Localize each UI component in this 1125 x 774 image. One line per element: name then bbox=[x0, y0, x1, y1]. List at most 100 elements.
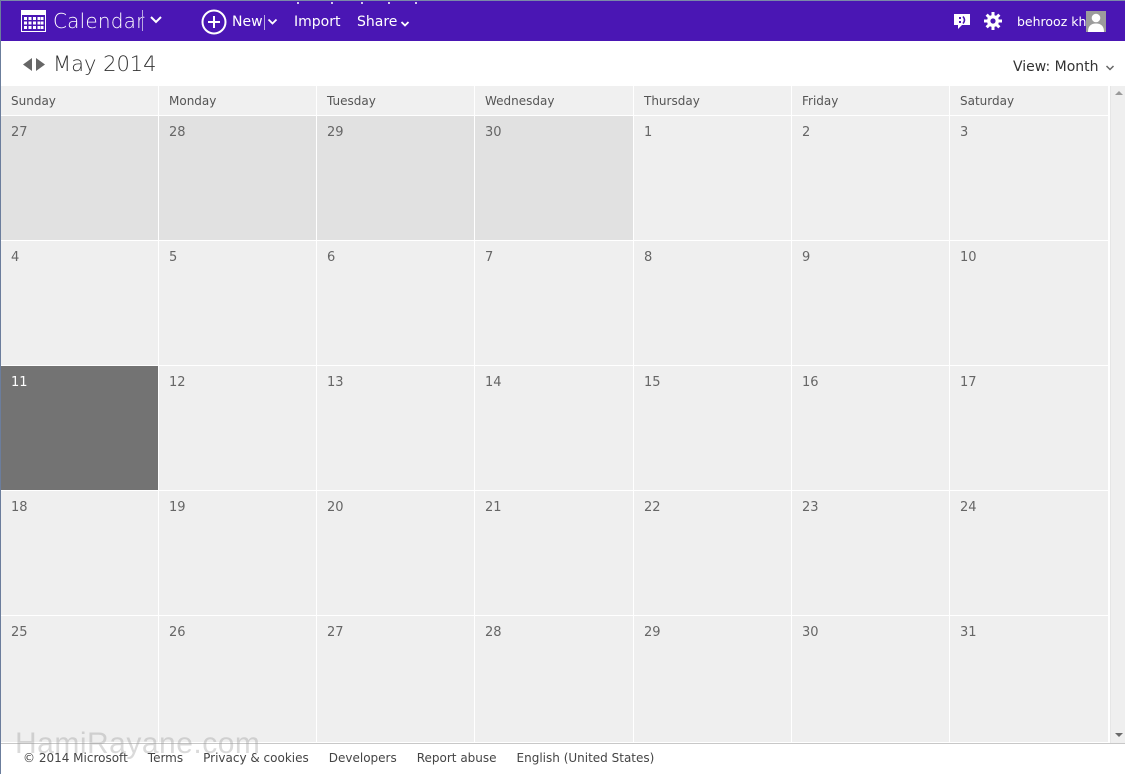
day-number: 24 bbox=[960, 500, 977, 515]
day-number: 4 bbox=[11, 250, 20, 265]
day-header-friday: Friday bbox=[792, 86, 949, 115]
day-number: 6 bbox=[327, 250, 336, 265]
view-selector[interactable]: View: Month bbox=[1013, 59, 1115, 75]
new-dropdown-chevron-icon[interactable] bbox=[267, 16, 278, 27]
day-cell[interactable]: 29 bbox=[317, 116, 474, 240]
day-cell[interactable]: 30 bbox=[475, 116, 633, 240]
footer-link-terms[interactable]: Terms bbox=[148, 751, 183, 765]
scroll-down-arrow-icon[interactable] bbox=[1115, 733, 1123, 737]
previous-month-icon[interactable] bbox=[21, 57, 33, 72]
day-cell[interactable]: 6 bbox=[317, 241, 474, 365]
divider bbox=[264, 15, 265, 30]
loading-dots bbox=[297, 2, 422, 6]
day-cell[interactable]: 3 bbox=[950, 116, 1108, 240]
scroll-up-arrow-icon[interactable] bbox=[1115, 91, 1123, 95]
day-cell[interactable]: 20 bbox=[317, 491, 474, 615]
month-title: May 2014 bbox=[53, 52, 157, 76]
day-number: 29 bbox=[644, 625, 661, 640]
day-cell[interactable]: 22 bbox=[634, 491, 791, 615]
day-header-tuesday: Tuesday bbox=[317, 86, 474, 115]
smiley-feedback-icon[interactable] bbox=[953, 13, 971, 30]
day-cell[interactable]: 18 bbox=[1, 491, 158, 615]
day-cell[interactable]: 26 bbox=[159, 616, 316, 742]
day-cell[interactable]: 29 bbox=[634, 616, 791, 742]
day-cell[interactable]: 31 bbox=[950, 616, 1108, 742]
day-number: 29 bbox=[327, 125, 344, 140]
app-switcher-chevron-icon[interactable] bbox=[149, 13, 163, 27]
footer-link-developers[interactable]: Developers bbox=[329, 751, 397, 765]
day-number: 13 bbox=[327, 375, 344, 390]
day-cell[interactable]: 30 bbox=[792, 616, 949, 742]
day-cell[interactable]: 5 bbox=[159, 241, 316, 365]
day-cell[interactable]: 9 bbox=[792, 241, 949, 365]
day-number: 10 bbox=[960, 250, 977, 265]
day-number: 18 bbox=[11, 500, 28, 515]
app-title[interactable]: Calendar bbox=[53, 9, 145, 33]
day-cell[interactable]: 21 bbox=[475, 491, 633, 615]
day-number: 23 bbox=[802, 500, 819, 515]
day-cell[interactable]: 17 bbox=[950, 366, 1108, 490]
day-number: 5 bbox=[169, 250, 178, 265]
day-cell[interactable]: 28 bbox=[475, 616, 633, 742]
day-header-sunday: Sunday bbox=[1, 86, 158, 115]
day-cell[interactable]: 23 bbox=[792, 491, 949, 615]
day-cell[interactable]: 4 bbox=[1, 241, 158, 365]
day-cell[interactable]: 28 bbox=[159, 116, 316, 240]
day-cell[interactable]: 16 bbox=[792, 366, 949, 490]
day-cell[interactable]: 19 bbox=[159, 491, 316, 615]
new-button[interactable]: New bbox=[201, 9, 263, 35]
share-button[interactable]: Share bbox=[357, 14, 410, 30]
day-number: 30 bbox=[802, 625, 819, 640]
vertical-scrollbar[interactable] bbox=[1110, 86, 1125, 743]
share-button-label: Share bbox=[357, 14, 398, 30]
day-cell[interactable]: 8 bbox=[634, 241, 791, 365]
day-of-week-header: Sunday Monday Tuesday Wednesday Thursday Frid… bbox=[1, 86, 1109, 115]
day-cell[interactable]: 13 bbox=[317, 366, 474, 490]
avatar[interactable] bbox=[1086, 11, 1106, 32]
day-cell[interactable]: 27 bbox=[1, 116, 158, 240]
import-button[interactable]: Import bbox=[294, 14, 340, 30]
footer-link-report-abuse[interactable]: Report abuse bbox=[417, 751, 497, 765]
footer-link-privacy[interactable]: Privacy & cookies bbox=[203, 751, 309, 765]
day-cell[interactable]: 2 bbox=[792, 116, 949, 240]
day-cell[interactable]: 7 bbox=[475, 241, 633, 365]
day-cell[interactable]: 27 bbox=[317, 616, 474, 742]
view-selector-label: View: Month bbox=[1013, 59, 1099, 75]
day-number: 27 bbox=[11, 125, 28, 140]
day-number: 28 bbox=[485, 625, 502, 640]
day-cell[interactable]: 25 bbox=[1, 616, 158, 742]
user-silhouette-icon bbox=[1088, 13, 1104, 32]
divider bbox=[142, 10, 143, 31]
next-month-icon[interactable] bbox=[35, 57, 47, 72]
day-number: 27 bbox=[327, 625, 344, 640]
day-cell[interactable]: 1 bbox=[634, 116, 791, 240]
day-number: 25 bbox=[11, 625, 28, 640]
day-cell[interactable]: 10 bbox=[950, 241, 1108, 365]
day-number: 17 bbox=[960, 375, 977, 390]
day-cell[interactable]: 14 bbox=[475, 366, 633, 490]
plus-circle-icon bbox=[201, 9, 227, 35]
day-header-monday: Monday bbox=[159, 86, 316, 115]
day-number: 15 bbox=[644, 375, 661, 390]
day-number: 31 bbox=[960, 625, 977, 640]
day-number: 20 bbox=[327, 500, 344, 515]
user-name[interactable]: behrooz kh bbox=[1017, 14, 1086, 29]
day-cell[interactable]: 15 bbox=[634, 366, 791, 490]
calendar-grid-icon[interactable] bbox=[21, 10, 46, 32]
gear-icon[interactable] bbox=[984, 12, 1002, 30]
day-number: 11 bbox=[11, 375, 28, 390]
day-number: 26 bbox=[169, 625, 186, 640]
footer: © 2014 Microsoft Terms Privacy & cookies… bbox=[1, 743, 1125, 774]
footer-link-language[interactable]: English (United States) bbox=[517, 751, 655, 765]
day-number: 14 bbox=[485, 375, 502, 390]
day-cell[interactable]: 12 bbox=[159, 366, 316, 490]
day-number: 9 bbox=[802, 250, 811, 265]
day-header-wednesday: Wednesday bbox=[475, 86, 633, 115]
day-number: 16 bbox=[802, 375, 819, 390]
copyright-text: © 2014 Microsoft bbox=[23, 751, 128, 765]
top-bar: Calendar New Import Share behrooz kh bbox=[1, 0, 1125, 41]
day-number: 28 bbox=[169, 125, 186, 140]
day-cell-today[interactable]: 11 bbox=[1, 366, 158, 490]
day-cell[interactable]: 24 bbox=[950, 491, 1108, 615]
day-number: 30 bbox=[485, 125, 502, 140]
